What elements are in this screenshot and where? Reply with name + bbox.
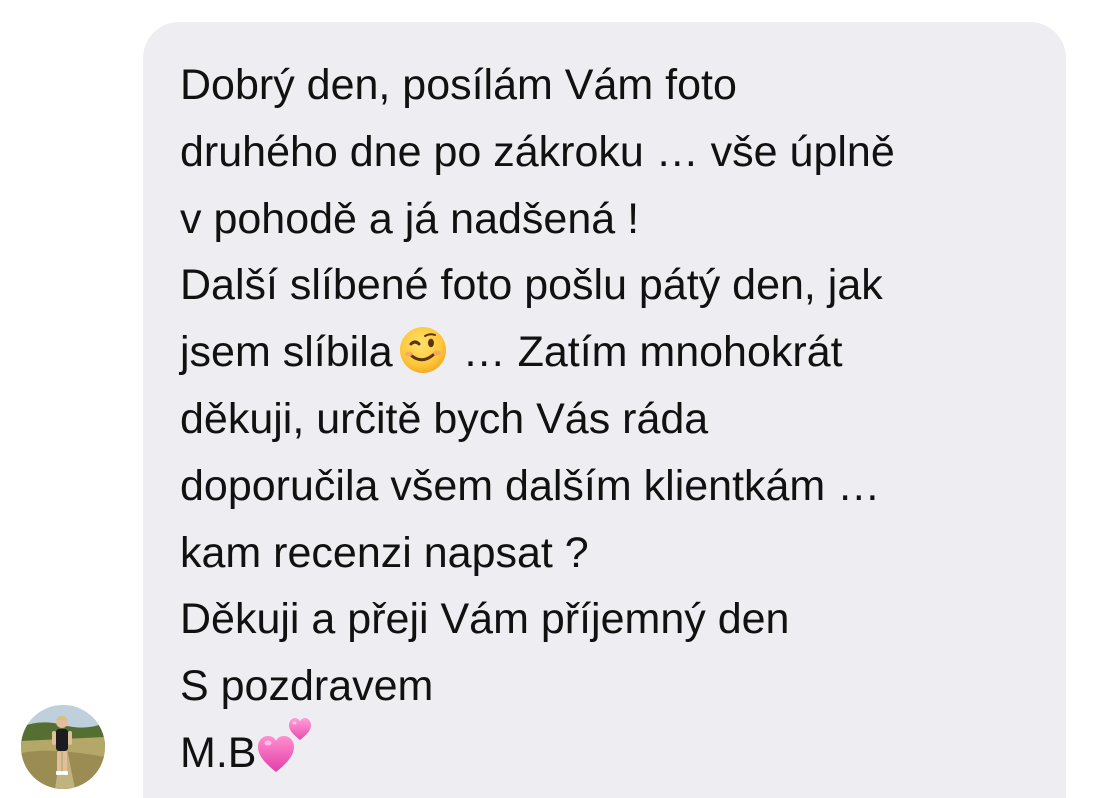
profile-photo-icon <box>21 705 105 789</box>
message-line: doporučila všem dalším klientkám … <box>180 461 881 510</box>
message-line: děkuji, určitě bych Vás ráda <box>180 394 709 443</box>
message-line: druhého dne po zákroku … vše úplně <box>180 127 895 176</box>
message-fragment: … Zatím mnohokrát <box>450 328 843 377</box>
message-line: M.B <box>180 717 1040 787</box>
message-text: Dobrý den, posílám Vám foto druhého dne … <box>180 52 1040 787</box>
message-line: Další slíbené foto pošlu pátý den, jak <box>180 261 883 310</box>
message-line: Dobrý den, posílám Vám foto <box>180 61 737 109</box>
message-line: S pozdravem <box>180 662 434 711</box>
two-hearts-icon <box>256 712 316 776</box>
message-line: Děkuji a přeji Vám příjemný den <box>180 595 790 644</box>
message-line: kam recenzi napsat ? <box>180 528 589 577</box>
winking-face-icon <box>393 325 451 375</box>
message-line: jsem slíbila … Zatím mnohokrát <box>180 319 1040 386</box>
sender-avatar[interactable] <box>21 705 105 789</box>
message-fragment: M.B <box>180 728 257 777</box>
message-line: v pohodě a já nadšená ! <box>180 194 640 243</box>
message-fragment: jsem slíbila <box>180 328 393 377</box>
